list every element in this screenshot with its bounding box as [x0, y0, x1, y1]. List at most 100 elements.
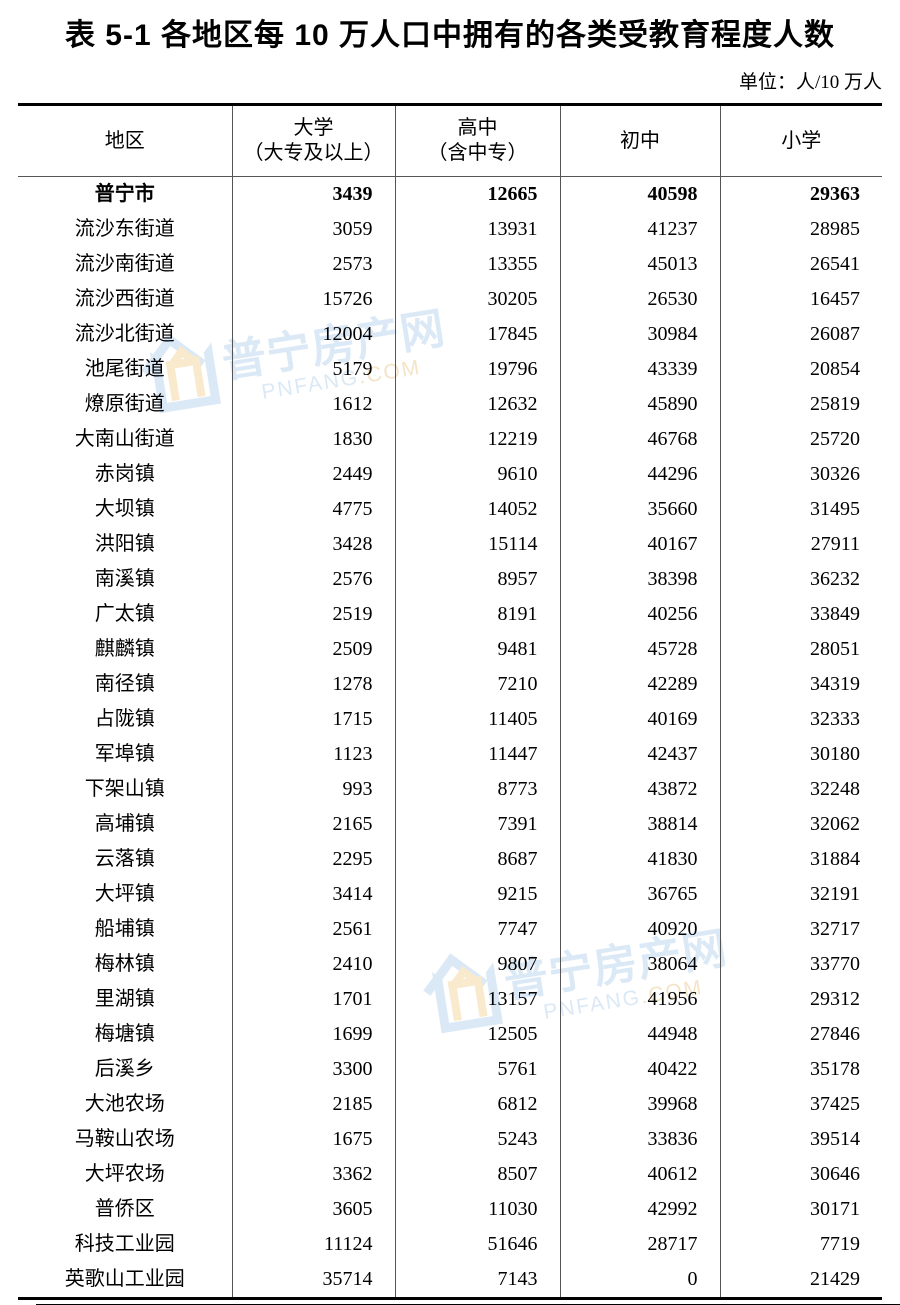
cell-primary: 36232: [719, 562, 882, 597]
column-header-university: 大学 （大专及以上）: [231, 103, 395, 177]
cell-junior-high: 45890: [559, 387, 720, 422]
cell-university: 3059: [231, 212, 395, 247]
cell-region: 燎原街道: [84, 393, 165, 415]
cell-high-school: 7391: [394, 807, 560, 842]
table-row: 广太镇 2519 8191 40256 33849: [18, 597, 882, 632]
cell-region: 南径镇: [94, 673, 155, 695]
cell-region: 洪阳镇: [94, 533, 155, 555]
table-row: 流沙东街道 3059 13931 41237 28985: [18, 212, 882, 247]
cell-primary: 27911: [719, 527, 882, 562]
cell-university: 2449: [231, 457, 395, 492]
cell-primary: 32248: [719, 772, 882, 807]
cell-region: 广太镇: [94, 603, 155, 625]
cell-junior-high: 40920: [559, 912, 720, 947]
cell-junior-high: 36765: [559, 877, 720, 912]
cell-junior-high: 38814: [559, 807, 720, 842]
table-row: 燎原街道 1612 12632 45890 25819: [18, 387, 882, 422]
cell-junior-high: 40612: [559, 1157, 720, 1192]
cell-university: 1612: [231, 387, 395, 422]
table-row: 梅塘镇 1699 12505 44948 27846: [18, 1017, 882, 1052]
cell-high-school: 11447: [394, 737, 560, 772]
cell-junior-high: 44948: [559, 1017, 720, 1052]
cell-high-school: 11030: [394, 1192, 560, 1227]
cell-primary: 33849: [719, 597, 882, 632]
cell-primary: 25819: [719, 387, 882, 422]
cell-university: 2410: [231, 947, 395, 982]
cell-junior-high: 35660: [559, 492, 720, 527]
table-row: 南径镇 1278 7210 42289 34319: [18, 667, 882, 702]
cell-university: 2561: [231, 912, 395, 947]
table-row: 流沙西街道 15726 30205 26530 16457: [18, 282, 882, 317]
cell-region: 科技工业园: [74, 1233, 175, 1255]
column-header-primary-label: 小学: [781, 129, 822, 152]
table-row: 麒麟镇 2509 9481 45728 28051: [18, 632, 882, 667]
cell-primary: 28051: [719, 632, 882, 667]
cell-high-school: 7210: [394, 667, 560, 702]
education-statistics-table: 地区 大学 （大专及以上） 高中 （含中专） 初中 小学 普宁市 3439 1266…: [18, 103, 882, 1300]
cell-region: 大坪农场: [84, 1163, 165, 1185]
cell-university: 3428: [231, 527, 395, 562]
cell-university: 2295: [231, 842, 395, 877]
table-row: 英歌山工业园 35714 7143 0 21429: [18, 1262, 882, 1300]
cell-university: 3439: [231, 176, 395, 212]
page-title: 表 5-1 各地区每 10 万人口中拥有的各类受教育程度人数: [64, 19, 836, 52]
table-row: 马鞍山农场 1675 5243 33836 39514: [18, 1122, 882, 1157]
cell-junior-high: 42289: [559, 667, 720, 702]
cell-high-school: 6812: [394, 1087, 560, 1122]
cell-junior-high: 45728: [559, 632, 720, 667]
cell-primary: 31495: [719, 492, 882, 527]
cell-junior-high: 44296: [559, 457, 720, 492]
cell-primary: 31884: [719, 842, 882, 877]
column-header-high-school-label: 高中: [457, 117, 498, 139]
table-row: 普宁市 3439 12665 40598 29363: [18, 176, 882, 212]
column-header-primary: 小学: [719, 103, 882, 177]
cell-high-school: 51646: [394, 1227, 560, 1262]
cell-high-school: 12219: [394, 422, 560, 457]
cell-junior-high: 41237: [559, 212, 720, 247]
cell-region: 军埠镇: [94, 743, 155, 765]
cell-university: 1675: [231, 1122, 395, 1157]
table-row: 云落镇 2295 8687 41830 31884: [18, 842, 882, 877]
cell-university: 2573: [231, 247, 395, 282]
cell-junior-high: 38064: [559, 947, 720, 982]
cell-region: 南溪镇: [94, 568, 155, 590]
cell-university: 2576: [231, 562, 395, 597]
cell-university: 2509: [231, 632, 395, 667]
cell-region: 流沙西街道: [74, 288, 175, 310]
cell-region: 马鞍山农场: [74, 1128, 175, 1150]
cell-region: 普侨区: [94, 1198, 155, 1220]
cell-university: 3362: [231, 1157, 395, 1192]
cell-junior-high: 40598: [559, 176, 720, 212]
cell-region: 流沙南街道: [74, 253, 175, 275]
cell-high-school: 14052: [394, 492, 560, 527]
cell-university: 15726: [231, 282, 395, 317]
unit-note: 单位：人/10 万人: [738, 72, 882, 93]
table-row: 洪阳镇 3428 15114 40167 27911: [18, 527, 882, 562]
cell-high-school: 17845: [394, 317, 560, 352]
cell-high-school: 13355: [394, 247, 560, 282]
cell-high-school: 13157: [394, 982, 560, 1017]
table-row: 占陇镇 1715 11405 40169 32333: [18, 702, 882, 737]
cell-primary: 29312: [719, 982, 882, 1017]
table-body: 普宁市 3439 12665 40598 29363 流沙东街道 3059 13931 4123…: [18, 176, 882, 1300]
cell-region: 大南山街道: [74, 428, 175, 450]
cell-high-school: 13931: [394, 212, 560, 247]
cell-region: 池尾街道: [84, 358, 165, 380]
table-row: 下架山镇 993 8773 43872 32248: [18, 772, 882, 807]
cell-primary: 32333: [719, 702, 882, 737]
cell-university: 1699: [231, 1017, 395, 1052]
column-header-region-label: 地区: [104, 129, 145, 152]
cell-region: 流沙东街道: [74, 218, 175, 240]
cell-primary: 26541: [719, 247, 882, 282]
cell-primary: 16457: [719, 282, 882, 317]
cell-primary: 30171: [719, 1192, 882, 1227]
cell-university: 2165: [231, 807, 395, 842]
cell-high-school: 5243: [394, 1122, 560, 1157]
cell-university: 3300: [231, 1052, 395, 1087]
cell-region: 大坝镇: [94, 498, 155, 520]
cell-high-school: 30205: [394, 282, 560, 317]
table-row: 高埔镇 2165 7391 38814 32062: [18, 807, 882, 842]
cell-university: 3605: [231, 1192, 395, 1227]
cell-primary: 37425: [719, 1087, 882, 1122]
cell-region: 占陇镇: [94, 708, 155, 730]
